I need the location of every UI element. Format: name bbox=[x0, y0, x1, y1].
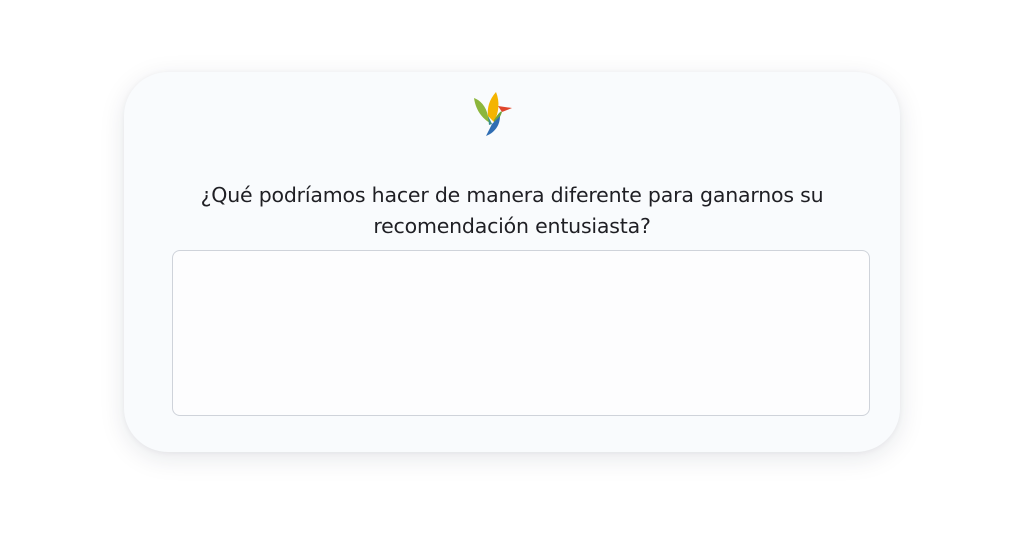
answer-textarea[interactable] bbox=[172, 250, 870, 416]
survey-card: ¿Qué podríamos hacer de manera diferente… bbox=[124, 72, 900, 452]
survey-question: ¿Qué podríamos hacer de manera diferente… bbox=[164, 180, 860, 242]
hummingbird-logo-icon bbox=[474, 92, 512, 136]
question-line-1: ¿Qué podríamos hacer de manera diferente… bbox=[200, 183, 824, 207]
question-line-2: recomendación entusiasta? bbox=[373, 214, 651, 238]
page: ¿Qué podríamos hacer de manera diferente… bbox=[0, 0, 1024, 553]
